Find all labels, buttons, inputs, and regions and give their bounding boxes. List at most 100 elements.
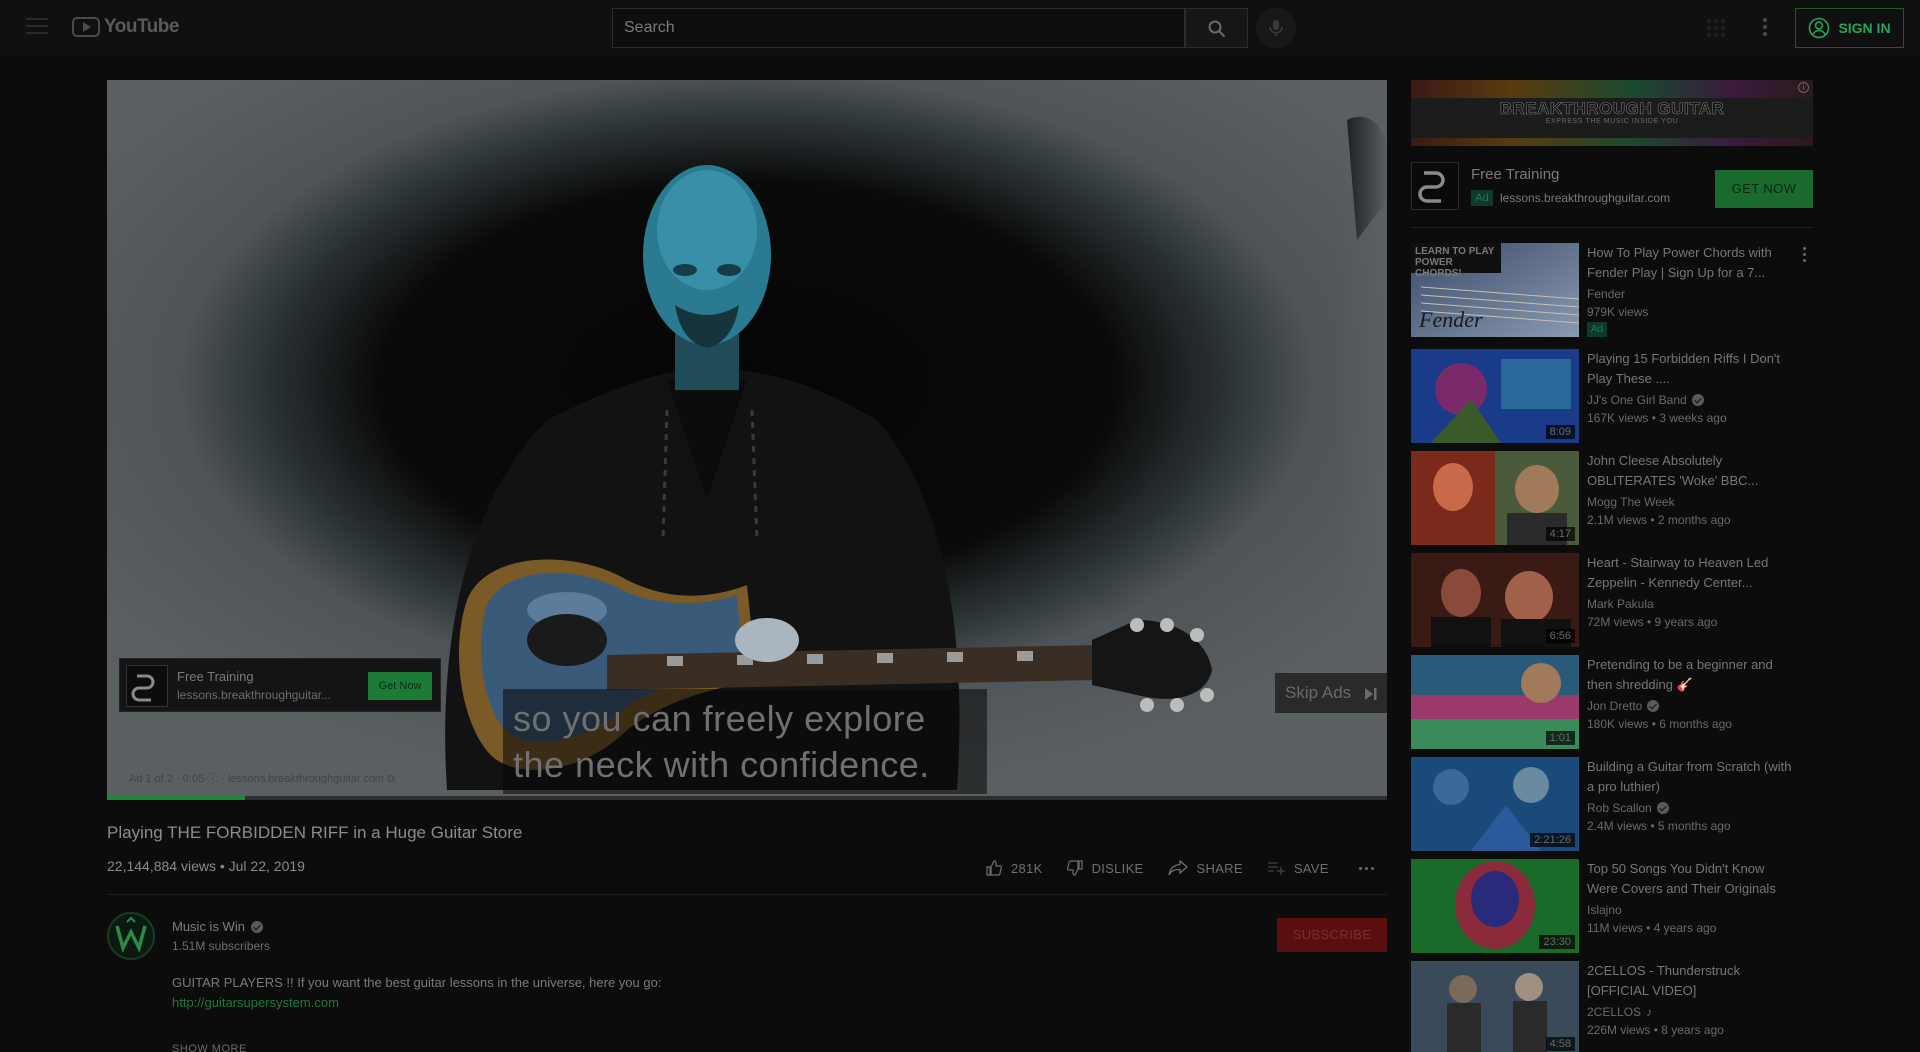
settings-more-icon[interactable] <box>1762 18 1768 38</box>
video-actions: 281K DISLIKE SHARE SAVE <box>986 856 1374 880</box>
caption-line: the neck with confidence. <box>513 744 930 785</box>
video-title[interactable]: Pretending to be a beginner and then shr… <box>1587 655 1797 695</box>
channel-name-text: Music is Win <box>172 919 245 934</box>
channel-name-text: Mogg The Week <box>1587 495 1675 509</box>
video-duration: 23:30 <box>1539 935 1575 949</box>
overlay-ad-cta-button[interactable]: Get Now <box>368 672 432 700</box>
channel-name-text: Mark Pakula <box>1587 597 1654 611</box>
video-duration: 4:17 <box>1545 527 1575 541</box>
overlay-ad[interactable]: Free Training lessons.breakthroughguitar… <box>119 658 441 712</box>
recommendation-item[interactable]: 1:01 Pretending to be a beginner and the… <box>1411 655 1813 749</box>
promo-url: lessons.breakthroughguitar.com <box>1500 191 1671 205</box>
recommendation-item[interactable]: 8:09 Playing 15 Forbidden Riffs I Don't … <box>1411 349 1813 443</box>
search-icon <box>1208 20 1226 38</box>
recommendation-item[interactable]: 6:56 Heart - Stairway to Heaven Led Zepp… <box>1411 553 1813 647</box>
video-duration: 2:21:26 <box>1530 833 1575 847</box>
verified-icon <box>250 920 263 933</box>
search-input[interactable] <box>613 9 1184 47</box>
ad-badge: Ad <box>1587 322 1607 337</box>
share-button[interactable]: SHARE <box>1167 860 1243 876</box>
video-stats: 2.1M views • 2 months ago <box>1587 513 1731 527</box>
menu-icon[interactable] <box>26 18 48 36</box>
video-title[interactable]: How To Play Power Chords with Fender Pla… <box>1587 243 1797 283</box>
top-bar: YouTube SIGN IN <box>0 0 1920 56</box>
ad-info-text: Ad 1 of 2 · 0:05 ⓘ · lessons.breakthroug… <box>129 773 395 785</box>
skip-ads-label: Skip Ads <box>1285 683 1352 702</box>
voice-search-button[interactable] <box>1256 8 1296 48</box>
channel-name[interactable]: JJ's One Girl Band <box>1587 393 1704 407</box>
video-stats: 11M views • 4 years ago <box>1587 921 1717 935</box>
video-title[interactable]: Top 50 Songs You Didn't Know Were Covers… <box>1587 859 1797 899</box>
get-now-button[interactable]: GET NOW <box>1715 170 1813 208</box>
companion-banner-ad[interactable]: BREAKTHROUGH GUITAR EXPRESS THE MUSIC IN… <box>1411 80 1813 146</box>
recommendation-item[interactable]: 23:30 Top 50 Songs You Didn't Know Were … <box>1411 859 1813 953</box>
apps-icon[interactable] <box>1706 18 1726 38</box>
video-stats: 226M views • 8 years ago <box>1587 1023 1724 1037</box>
verified-icon <box>1656 802 1669 814</box>
divider <box>1411 227 1813 228</box>
search-box <box>612 8 1185 48</box>
subscribe-button[interactable]: SUBSCRIBE <box>1277 918 1387 952</box>
subscriber-count: 1.51M subscribers <box>172 939 271 953</box>
video-title[interactable]: Heart - Stairway to Heaven Led Zeppelin … <box>1587 553 1797 593</box>
promo-title[interactable]: Free Training <box>1471 166 1559 183</box>
banner-tagline: EXPRESS THE MUSIC INSIDE YOU <box>1545 118 1679 125</box>
thumbs-up-icon <box>986 860 1002 876</box>
more-actions-icon[interactable] <box>1358 866 1374 870</box>
video-player[interactable]: Free Training lessons.breakthroughguitar… <box>107 80 1387 800</box>
recommendation-item[interactable]: LEARN TO PLAY POWER CHORDS! Fender How T… <box>1411 243 1813 337</box>
caption-line: so you can freely explore <box>513 698 926 739</box>
channel-name[interactable]: Fender <box>1587 287 1625 301</box>
video-duration: 1:01 <box>1545 731 1575 745</box>
logo-text: YouTube <box>104 16 179 37</box>
video-thumbnail[interactable]: 4:17 <box>1411 451 1579 545</box>
search-button[interactable] <box>1185 8 1248 48</box>
video-stats: 167K views • 3 weeks ago <box>1587 411 1727 425</box>
more-options-icon[interactable] <box>1801 247 1807 265</box>
account-icon <box>1809 17 1830 39</box>
sign-in-button[interactable]: SIGN IN <box>1795 8 1904 48</box>
recommendation-item[interactable]: 4:58 2CELLOS - Thunderstruck [OFFICIAL V… <box>1411 961 1813 1052</box>
video-meta: 22,144,884 views • Jul 22, 2019 <box>107 858 305 874</box>
recommendation-item[interactable]: 4:17 John Cleese Absolutely OBLITERATES … <box>1411 451 1813 545</box>
description-link[interactable]: http://guitarsupersystem.com <box>172 995 339 1010</box>
dislike-button[interactable]: DISLIKE <box>1066 860 1144 876</box>
channel-avatar[interactable] <box>107 912 155 960</box>
video-title[interactable]: John Cleese Absolutely OBLITERATES 'Woke… <box>1587 451 1797 491</box>
channel-name[interactable]: Mogg The Week <box>1587 495 1675 509</box>
youtube-logo[interactable]: YouTube <box>72 16 179 38</box>
video-title: Playing THE FORBIDDEN RIFF in a Huge Gui… <box>107 823 523 842</box>
video-title[interactable]: Playing 15 Forbidden Riffs I Don't Play … <box>1587 349 1797 389</box>
video-title[interactable]: 2CELLOS - Thunderstruck [OFFICIAL VIDEO] <box>1587 961 1797 1001</box>
channel-name[interactable]: Jon Dretto <box>1587 699 1660 713</box>
channel-name[interactable]: Islajno <box>1587 903 1622 917</box>
description-text: GUITAR PLAYERS !! If you want the best g… <box>172 975 662 990</box>
video-thumbnail[interactable]: 8:09 <box>1411 349 1579 443</box>
video-thumbnail[interactable]: 23:30 <box>1411 859 1579 953</box>
video-thumbnail[interactable]: 1:01 <box>1411 655 1579 749</box>
skip-next-icon <box>1365 688 1377 700</box>
like-count: 281K <box>1011 860 1043 876</box>
video-thumbnail[interactable]: LEARN TO PLAY POWER CHORDS! Fender <box>1411 243 1579 337</box>
verified-icon <box>1647 700 1660 712</box>
show-more-button[interactable]: SHOW MORE <box>172 1043 247 1052</box>
channel-name[interactable]: Rob Scallon <box>1587 801 1669 815</box>
microphone-icon <box>1269 20 1283 36</box>
save-button[interactable]: SAVE <box>1267 861 1329 876</box>
recommendation-item[interactable]: 2:21:26 Building a Guitar from Scratch (… <box>1411 757 1813 851</box>
promo-logo <box>1411 162 1459 210</box>
video-thumbnail[interactable]: 2:21:26 <box>1411 757 1579 851</box>
skip-ads-button[interactable]: Skip Ads <box>1275 673 1387 713</box>
video-title[interactable]: Building a Guitar from Scratch (with a p… <box>1587 757 1797 797</box>
channel-name[interactable]: Mark Pakula <box>1587 597 1654 611</box>
video-thumbnail[interactable]: 4:58 <box>1411 961 1579 1052</box>
like-button[interactable]: 281K <box>986 860 1043 876</box>
channel-name[interactable]: Music is Win <box>172 919 263 934</box>
progress-bar[interactable] <box>107 796 1387 800</box>
video-thumbnail[interactable]: 6:56 <box>1411 553 1579 647</box>
overlay-ad-title: Free Training <box>177 669 254 684</box>
ad-info-icon[interactable]: i <box>1798 82 1809 93</box>
channel-name-text: 2CELLOS <box>1587 1005 1642 1019</box>
dislike-label: DISLIKE <box>1091 860 1144 876</box>
channel-name[interactable]: 2CELLOS ♪ <box>1587 1005 1652 1019</box>
